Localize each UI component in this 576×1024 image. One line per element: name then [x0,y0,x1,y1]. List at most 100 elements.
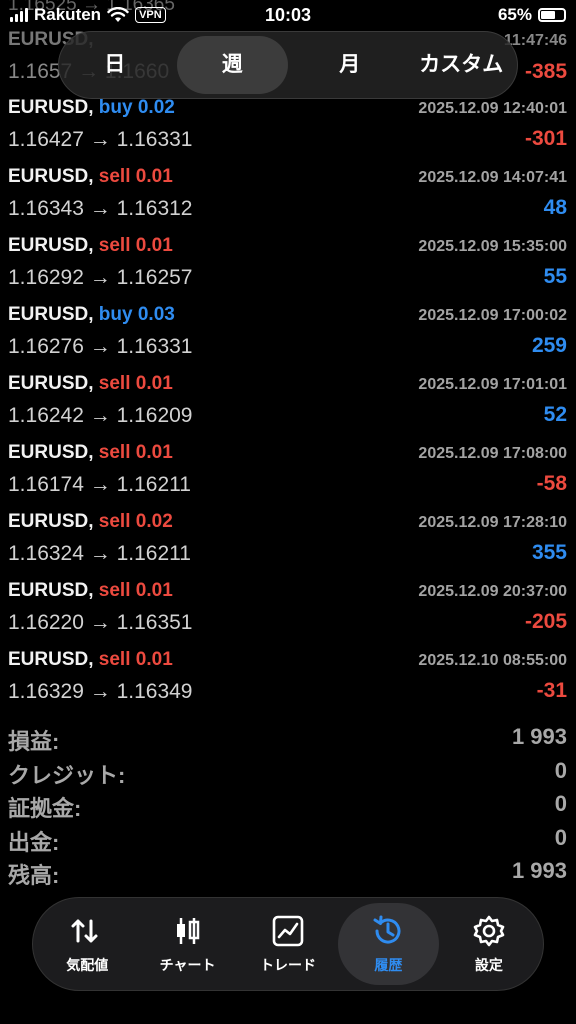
table-row[interactable]: EURUSD, sell 0.02 2025.12.09 17:28:10 1.16… [0,503,576,572]
trade-side: sell [98,649,131,670]
trade-pnl: 355 [531,541,567,564]
trade-side: sell [98,235,131,256]
trade-time: 2025.12.09 15:35:00 [418,238,567,255]
summary-label: クレジット: [8,762,126,788]
summary-label: 損益: [8,729,60,754]
summary-value: 0 [554,757,567,783]
trade-pnl: -385 [524,60,567,83]
trade-prices: 1.16324 → 1.16211 [8,542,191,565]
trade-time: 2025.12.09 17:01:01 [418,376,567,393]
trade-symbol: EURUSD, [8,580,94,601]
trade-title: EURUSD, sell 0.01 [8,442,173,464]
trade-prices: 1.16427 → 1.16331 [8,128,193,151]
table-row[interactable]: EURUSD, sell 0.01 2025.12.09 20:37:00 1.16… [0,572,576,641]
trade-symbol: EURUSD, [8,442,94,463]
account-summary: 損益: 1 993 クレジット: 0 証拠金: 0 出金: 0 残高: 1 993 [0,722,576,890]
nav-item-trade[interactable]: トレード [238,903,338,985]
trade-lots: 0.02 [135,511,173,532]
trade-symbol: EURUSD, [8,166,94,187]
trade-title: EURUSD, sell 0.01 [8,649,173,671]
trade-prices: 1.16343 → 1.16312 [8,197,193,220]
tab-period-2[interactable]: 月 [294,36,406,94]
summary-value: 1 993 [511,724,567,749]
tab-period-3[interactable]: カスタム [406,36,518,94]
trade-prices: 1.16242 → 1.16209 [8,404,193,427]
table-row[interactable]: EURUSD, sell 0.01 2025.12.09 14:07:41 1.16… [0,158,576,227]
table-row[interactable]: EURUSD, sell 0.01 2025.12.09 17:01:01 1.16… [0,365,576,434]
trade-symbol: EURUSD, [8,649,94,670]
table-row[interactable]: EURUSD, sell 0.01 2025.12.09 17:08:00 1.16… [0,434,576,503]
trade-title: EURUSD, sell 0.01 [8,373,173,395]
trade-title: EURUSD, sell 0.01 [8,166,173,188]
battery-percent: 65% [497,5,532,24]
trade-lots: 0.01 [135,373,173,394]
trade-prices: 1.16292 → 1.16257 [8,266,193,289]
chart-icon [176,918,199,944]
summary-label: 証拠金: [8,796,82,821]
table-row[interactable]: EURUSD, buy 0.03 2025.12.09 17:00:02 1.162… [0,296,576,365]
trade-time: 2025.12.09 12:40:01 [418,100,567,117]
trade-time: 2025.12.09 14:07:41 [418,169,567,186]
trade-side: sell [98,166,131,187]
trade-side: sell [98,580,131,601]
nav-label: 気配値 [66,957,109,973]
nav-item-chart[interactable]: チャート [137,903,237,985]
table-row[interactable]: EURUSD, sell 0.01 2025.12.10 08:55:00 1.16… [0,641,576,710]
nav-item-quotes[interactable]: 気配値 [37,903,137,985]
tab-period-1[interactable]: 週 [176,36,288,94]
trade-symbol: EURUSD, [8,373,94,394]
nav-item-settings[interactable]: 設定 [439,903,539,985]
trade-lots: 0.03 [137,304,175,325]
status-bar: Rakuten VPN 10:03 65% [0,0,576,32]
settings-icon [473,915,505,947]
trade-side: buy [98,97,133,118]
trade-title: EURUSD, buy 0.03 [8,304,175,326]
summary-value: 1 993 [511,858,567,883]
summary-row: 証拠金: 0 [0,789,576,823]
trade-pnl: -58 [536,472,567,495]
summary-row: 残高: 1 993 [0,856,576,890]
trade-pnl: 55 [543,265,567,288]
trade-time: 2025.12.09 17:28:10 [418,514,567,531]
trade-lots: 0.01 [135,442,173,463]
trade-lots: 0.02 [137,97,175,118]
history-icon [373,915,401,944]
nav-label: トレード [260,957,317,973]
trade-prices: 1.16276 → 1.16331 [8,335,193,358]
trade-pnl: 259 [531,334,567,357]
battery-icon [538,8,566,22]
trade-side: sell [98,373,131,394]
table-row[interactable]: EURUSD, sell 0.01 2025.12.09 15:35:00 1.16… [0,227,576,296]
trade-side: sell [98,442,131,463]
trade-title: EURUSD, buy 0.02 [8,97,175,119]
nav-label: チャート [159,957,216,973]
status-right: 65% [498,5,566,25]
trade-lots: 0.01 [135,235,173,256]
table-row[interactable]: EURUSD, buy 0.02 2025.12.09 12:40:01 1.164… [0,89,576,158]
trade-pnl: 48 [543,196,567,219]
summary-row: クレジット: 0 [0,756,576,790]
tab-period-0[interactable]: 日 [59,36,171,94]
nav-label: 履歴 [374,957,403,973]
trade-pnl: -31 [536,679,567,702]
trade-pnl: -205 [524,610,567,633]
summary-label: 出金: [8,829,60,855]
trade-pnl: -301 [524,127,567,150]
trade-side: sell [98,511,131,532]
trade-prices: 1.16329 → 1.16349 [8,680,193,703]
trade-time: 2025.12.09 20:37:00 [418,583,567,600]
summary-value: 0 [554,791,567,816]
bottom-navigation: 気配値 チャート トレード 履歴 設定 [32,897,544,991]
clock: 10:03 [264,5,312,25]
trade-title: EURUSD, sell 0.02 [8,511,173,533]
trade-symbol: EURUSD, [8,304,94,325]
nav-item-history[interactable]: 履歴 [338,903,439,985]
summary-value: 0 [554,824,567,850]
trade-time: 2025.12.10 08:55:00 [418,652,567,669]
trade-icon [272,915,304,947]
trade-prices: 1.16220 → 1.16351 [8,611,193,634]
summary-row: 損益: 1 993 [0,722,576,756]
quotes-icon [71,919,98,943]
trade-symbol: EURUSD, [8,511,94,532]
nav-label: 設定 [474,957,503,973]
